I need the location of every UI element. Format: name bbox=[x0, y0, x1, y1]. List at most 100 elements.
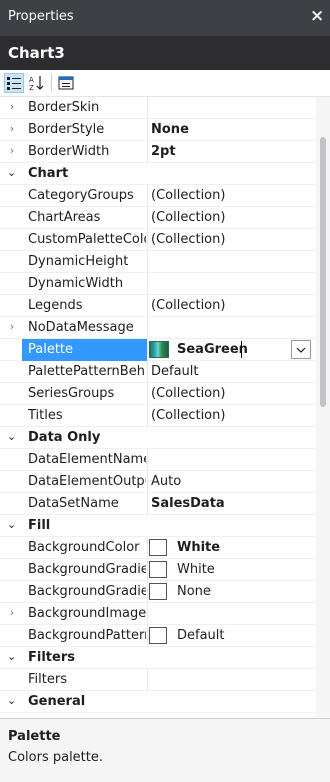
column-divider bbox=[147, 141, 148, 162]
column-divider bbox=[147, 119, 148, 140]
property-row[interactable]: DynamicHeight bbox=[0, 251, 316, 273]
category-filters[interactable]: ⌄ Filters bbox=[0, 647, 316, 669]
close-icon[interactable]: × bbox=[310, 6, 324, 26]
object-header: Chart3 bbox=[0, 36, 330, 70]
column-divider bbox=[147, 559, 148, 580]
property-value[interactable]: (Collection) bbox=[151, 298, 311, 313]
palette-dropdown-button[interactable] bbox=[291, 340, 311, 359]
expand-chevron-icon[interactable]: › bbox=[7, 100, 17, 113]
property-row[interactable]: BackgroundGradier None bbox=[0, 581, 316, 603]
property-value[interactable]: (Collection) bbox=[151, 188, 311, 203]
property-name[interactable]: Titles bbox=[28, 408, 146, 423]
property-value[interactable]: None bbox=[151, 122, 311, 137]
property-value[interactable]: None bbox=[177, 584, 316, 599]
property-value[interactable]: (Collection) bbox=[151, 210, 311, 225]
property-name[interactable]: BorderStyle bbox=[28, 122, 146, 137]
column-divider bbox=[147, 207, 148, 228]
property-name[interactable]: NoDataMessage bbox=[28, 320, 146, 335]
column-divider bbox=[147, 251, 148, 272]
property-row[interactable]: DynamicWidth bbox=[0, 273, 316, 295]
expand-chevron-icon[interactable]: › bbox=[7, 144, 17, 157]
collapse-caret-icon[interactable]: ⌄ bbox=[7, 694, 16, 707]
property-row-palette[interactable]: Palette SeaGreen bbox=[0, 339, 316, 361]
property-row[interactable]: Legends (Collection) bbox=[0, 295, 316, 317]
property-name[interactable]: BackgroundColor bbox=[28, 540, 146, 555]
property-value[interactable]: Default bbox=[151, 364, 311, 379]
property-name[interactable]: DynamicHeight bbox=[28, 254, 146, 269]
svg-text:A: A bbox=[29, 76, 34, 84]
property-row[interactable]: › BorderWidth 2pt bbox=[0, 141, 316, 163]
color-swatch-icon bbox=[149, 539, 167, 556]
property-name[interactable]: CustomPaletteColo bbox=[28, 232, 146, 247]
column-divider bbox=[147, 581, 148, 602]
property-name[interactable]: BackgroundGradier bbox=[28, 562, 146, 577]
property-row[interactable]: PalettePatternBeha Default bbox=[0, 361, 316, 383]
property-row[interactable]: Titles (Collection) bbox=[0, 405, 316, 427]
property-row[interactable]: DataSetName SalesData bbox=[0, 493, 316, 515]
property-row[interactable]: Filters bbox=[0, 669, 316, 691]
column-divider bbox=[147, 493, 148, 514]
property-name[interactable]: Legends bbox=[28, 298, 146, 313]
toolbar-separator bbox=[51, 74, 52, 92]
window-title: Properties bbox=[8, 9, 74, 24]
category-data-only[interactable]: ⌄ Data Only bbox=[0, 427, 316, 449]
property-value[interactable]: 2pt bbox=[151, 144, 311, 159]
property-name[interactable]: Filters bbox=[28, 672, 146, 687]
property-name[interactable]: BorderSkin bbox=[28, 100, 146, 115]
property-name[interactable]: Palette bbox=[28, 342, 146, 357]
property-name[interactable]: ChartAreas bbox=[28, 210, 146, 225]
expand-chevron-icon[interactable]: › bbox=[7, 320, 17, 333]
category-chart[interactable]: ⌄ Chart bbox=[0, 163, 316, 185]
property-row[interactable]: › BackgroundImage bbox=[0, 603, 316, 625]
property-pages-icon[interactable] bbox=[56, 73, 76, 93]
collapse-caret-icon[interactable]: ⌄ bbox=[7, 166, 16, 179]
category-label: Data Only bbox=[28, 430, 101, 445]
property-row[interactable]: CategoryGroups (Collection) bbox=[0, 185, 316, 207]
property-value[interactable]: White bbox=[177, 562, 316, 577]
property-value[interactable]: Auto bbox=[151, 474, 311, 489]
alphabetical-icon[interactable]: A Z bbox=[27, 73, 47, 93]
property-name[interactable]: DataSetName bbox=[28, 496, 146, 511]
expand-chevron-icon[interactable]: › bbox=[7, 122, 17, 135]
description-panel: Palette Colors palette. bbox=[0, 718, 330, 782]
category-fill[interactable]: ⌄ Fill bbox=[0, 515, 316, 537]
property-name[interactable]: BackgroundImage bbox=[28, 606, 146, 621]
property-name[interactable]: PalettePatternBeha bbox=[28, 364, 146, 379]
property-value[interactable]: (Collection) bbox=[151, 408, 311, 423]
property-name[interactable]: SeriesGroups bbox=[28, 386, 146, 401]
collapse-caret-icon[interactable]: ⌄ bbox=[7, 650, 16, 663]
property-row[interactable]: ChartAreas (Collection) bbox=[0, 207, 316, 229]
expand-chevron-icon[interactable]: › bbox=[7, 606, 17, 619]
property-row[interactable]: SeriesGroups (Collection) bbox=[0, 383, 316, 405]
title-bar: Properties × bbox=[0, 0, 330, 36]
property-row[interactable]: › NoDataMessage bbox=[0, 317, 316, 339]
property-row[interactable]: BackgroundPattern Default bbox=[0, 625, 316, 647]
category-general[interactable]: ⌄ General bbox=[0, 691, 316, 713]
collapse-caret-icon[interactable]: ⌄ bbox=[7, 430, 16, 443]
scrollbar-thumb[interactable] bbox=[320, 137, 326, 407]
property-row[interactable]: › BorderSkin bbox=[0, 97, 316, 119]
property-value[interactable]: White bbox=[177, 540, 316, 555]
property-name[interactable]: BorderWidth bbox=[28, 144, 146, 159]
property-name[interactable]: BackgroundPattern bbox=[28, 628, 146, 643]
property-value[interactable]: SalesData bbox=[151, 496, 311, 511]
property-row[interactable]: DataElementName bbox=[0, 449, 316, 471]
property-name[interactable]: CategoryGroups bbox=[28, 188, 146, 203]
property-row[interactable]: CustomPaletteColo (Collection) bbox=[0, 229, 316, 251]
column-divider bbox=[147, 471, 148, 492]
property-row[interactable]: › BorderStyle None bbox=[0, 119, 316, 141]
categorized-icon[interactable] bbox=[4, 73, 24, 93]
collapse-caret-icon[interactable]: ⌄ bbox=[7, 518, 16, 531]
property-row[interactable]: DataElementOutpu Auto bbox=[0, 471, 316, 493]
property-row[interactable]: BackgroundColor White bbox=[0, 537, 316, 559]
property-name[interactable]: BackgroundGradier bbox=[28, 584, 146, 599]
chevron-down-icon bbox=[296, 347, 306, 353]
property-value[interactable]: Default bbox=[177, 628, 316, 643]
property-name[interactable]: DataElementName bbox=[28, 452, 146, 467]
color-swatch-icon bbox=[149, 583, 167, 600]
property-name[interactable]: DynamicWidth bbox=[28, 276, 146, 291]
property-value[interactable]: (Collection) bbox=[151, 232, 311, 247]
property-row[interactable]: BackgroundGradier White bbox=[0, 559, 316, 581]
property-value[interactable]: (Collection) bbox=[151, 386, 311, 401]
property-name[interactable]: DataElementOutpu bbox=[28, 474, 146, 489]
